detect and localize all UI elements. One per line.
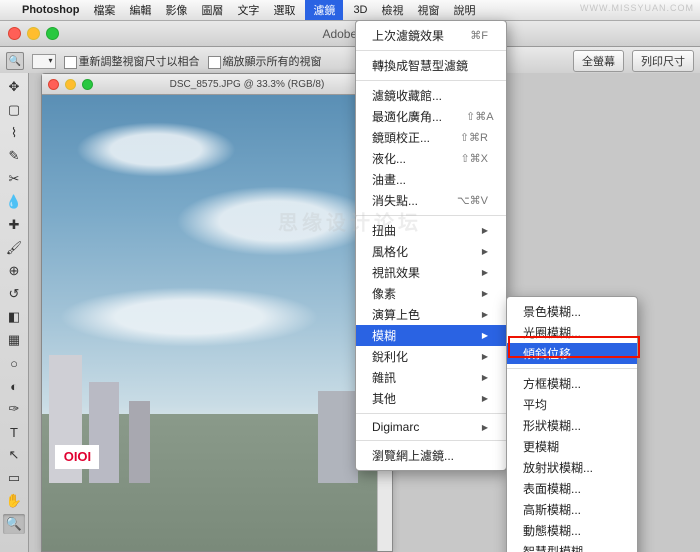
blur-item-11[interactable]: 智慧型模糊... [507,541,637,552]
menu-stylize[interactable]: 風格化 [356,241,506,262]
window-traffic-lights [8,27,59,40]
print-size-button[interactable]: 列印尺寸 [632,50,694,72]
zoom-tool[interactable]: 🔍 [3,514,25,534]
doc-zoom-button[interactable] [82,79,93,90]
close-window-button[interactable] [8,27,21,40]
history-brush-tool[interactable]: ↺ [3,284,25,304]
blur-tool[interactable]: ○ [3,353,25,373]
blur-item-10[interactable]: 動態模糊... [507,520,637,541]
blur-item-4[interactable]: 平均 [507,394,637,415]
filter-menu: 上次濾鏡效果⌘F 轉換成智慧型濾鏡 濾鏡收藏館... 最適化廣角...⇧⌘A 鏡… [355,20,507,471]
blur-item-7[interactable]: 放射狀模糊... [507,457,637,478]
resize-windows-checkbox[interactable]: 重新調整視窗尺寸以相合 [64,53,200,69]
blur-item-2[interactable]: 傾斜位移... [507,343,637,364]
menu-distort[interactable]: 扭曲 [356,220,506,241]
document-titlebar[interactable]: DSC_8575.JPG @ 33.3% (RGB/8) [42,74,392,95]
blur-item-9[interactable]: 高斯模糊... [507,499,637,520]
zoom-mode-dropdown[interactable] [32,54,56,69]
eyedropper-tool[interactable]: 💧 [3,192,25,212]
blur-submenu: 景色模糊...光圈模糊...傾斜位移... 方框模糊...平均形狀模糊...更模糊… [506,296,638,552]
tools-panel: ✥ ▢ ⌇ ✎ ✂ 💧 ✚ 🖌 ⊕ ↺ ◧ ▦ ○ ◐ ✑ T ↖ ▭ ✋ 🔍 [0,73,29,552]
menu-select[interactable]: 選取 [273,2,295,18]
menu-last-filter[interactable]: 上次濾鏡效果⌘F [356,25,506,46]
menu-window[interactable]: 視窗 [418,2,440,18]
blur-item-0[interactable]: 景色模糊... [507,301,637,322]
eraser-tool[interactable]: ◧ [3,307,25,327]
marquee-tool[interactable]: ▢ [3,100,25,120]
quick-select-tool[interactable]: ✎ [3,146,25,166]
document-window: DSC_8575.JPG @ 33.3% (RGB/8) OIOI [41,73,393,552]
menu-help[interactable]: 說明 [454,2,476,18]
move-tool[interactable]: ✥ [3,77,25,97]
menu-edit[interactable]: 編輯 [129,2,151,18]
menu-blur[interactable]: 模糊 [356,325,506,346]
app-window-chrome: Adobe Photoshop CS6 [0,21,700,47]
blur-item-8[interactable]: 表面模糊... [507,478,637,499]
menu-liquify[interactable]: 液化...⇧⌘X [356,148,506,169]
zoom-all-windows-checkbox[interactable]: 縮放顯示所有的視窗 [208,53,322,69]
menu-photoshop[interactable]: Photoshop [22,4,79,16]
menu-other[interactable]: 其他 [356,388,506,409]
menu-view[interactable]: 檢視 [382,2,404,18]
menu-convert-smart[interactable]: 轉換成智慧型濾鏡 [356,55,506,76]
menu-adaptive-wide[interactable]: 最適化廣角...⇧⌘A [356,106,506,127]
menu-video[interactable]: 視訊效果 [356,262,506,283]
dodge-tool[interactable]: ◐ [3,376,25,396]
menu-lens-correction[interactable]: 鏡頭校正...⇧⌘R [356,127,506,148]
menu-3d[interactable]: 3D [353,4,367,16]
blur-item-6[interactable]: 更模糊 [507,436,637,457]
type-tool[interactable]: T [3,422,25,442]
menu-oil-paint[interactable]: 油畫... [356,169,506,190]
menu-layer[interactable]: 圖層 [201,2,223,18]
blur-item-5[interactable]: 形狀模糊... [507,415,637,436]
brush-tool[interactable]: 🖌 [3,238,25,258]
crop-tool[interactable]: ✂ [3,169,25,189]
menu-noise[interactable]: 雜訊 [356,367,506,388]
menu-render[interactable]: 演算上色 [356,304,506,325]
menu-vanishing-point[interactable]: 消失點...⌥⌘V [356,190,506,211]
path-select-tool[interactable]: ↖ [3,445,25,465]
menu-image[interactable]: 影像 [165,2,187,18]
doc-close-button[interactable] [48,79,59,90]
document-title: DSC_8575.JPG @ 33.3% (RGB/8) [108,79,386,90]
stamp-tool[interactable]: ⊕ [3,261,25,281]
hand-tool[interactable]: ✋ [3,491,25,511]
fullscreen-button[interactable]: 全螢幕 [573,50,624,72]
menu-digimarc[interactable]: Digimarc [356,418,506,436]
gradient-tool[interactable]: ▦ [3,330,25,350]
building-sign: OIOI [55,445,99,469]
doc-minimize-button[interactable] [65,79,76,90]
menu-browse-online[interactable]: 瀏覽網上濾鏡... [356,445,506,466]
healing-tool[interactable]: ✚ [3,215,25,235]
pen-tool[interactable]: ✑ [3,399,25,419]
document-canvas[interactable]: OIOI [42,95,378,551]
menu-file[interactable]: 檔案 [93,2,115,18]
menu-pixelate[interactable]: 像素 [356,283,506,304]
menu-filter[interactable]: 濾鏡 [305,0,343,20]
menu-sharpen[interactable]: 銳利化 [356,346,506,367]
watermark-url: WWW.MISSYUAN.COM [580,3,694,13]
shape-tool[interactable]: ▭ [3,468,25,488]
minimize-window-button[interactable] [27,27,40,40]
blur-item-1[interactable]: 光圈模糊... [507,322,637,343]
zoom-window-button[interactable] [46,27,59,40]
menu-filter-gallery[interactable]: 濾鏡收藏館... [356,85,506,106]
zoom-tool-icon: 🔍 [6,52,24,70]
menu-type[interactable]: 文字 [237,2,259,18]
blur-item-3[interactable]: 方框模糊... [507,373,637,394]
lasso-tool[interactable]: ⌇ [3,123,25,143]
options-bar: 🔍 重新調整視窗尺寸以相合 縮放顯示所有的視窗 全螢幕 列印尺寸 [0,47,700,76]
